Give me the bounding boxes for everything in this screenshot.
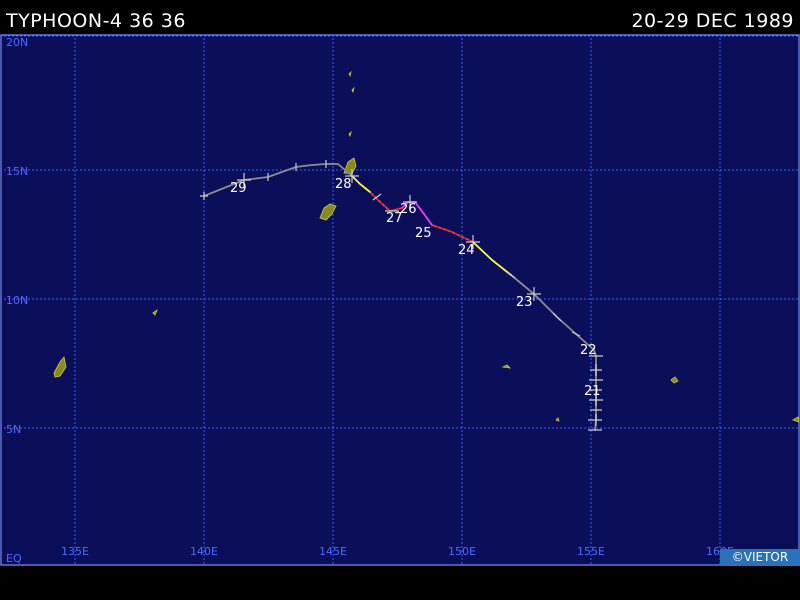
lon-label-140e: 140E [190,545,218,558]
day-label-21: 21 [584,384,601,399]
ocean-background [0,34,800,566]
day-label-28: 28 [335,177,352,192]
track-map: 20N 15N 10N 5N EQ 135E 140E 145E 150E 15… [0,34,800,566]
lon-label-150e: 150E [448,545,476,558]
lat-label-20n: 20N [6,36,28,49]
lat-label-15n: 15N [6,165,28,178]
day-label-22: 22 [580,343,597,358]
day-label-23: 23 [516,295,533,310]
storm-title: TYPHOON-4 36 36 [6,10,186,32]
map-canvas: 20N 15N 10N 5N EQ 135E 140E 145E 150E 15… [0,34,800,566]
date-range: 20-29 DEC 1989 [631,10,794,32]
day-label-24: 24 [458,243,475,258]
lon-label-155e: 155E [577,545,605,558]
footer-bar [0,566,800,600]
lat-label-10n: 10N [6,294,28,307]
lon-label-145e: 145E [319,545,347,558]
header-bar: TYPHOON-4 36 36 20-29 DEC 1989 [0,0,800,34]
day-label-25: 25 [415,226,432,241]
credit-badge: ©VIETOR [720,549,800,566]
lat-label-eq: EQ [6,552,22,565]
lat-label-5n: 5N [6,423,21,436]
day-label-29: 29 [230,181,247,196]
day-label-27: 27 [386,211,403,226]
lon-label-135e: 135E [61,545,89,558]
